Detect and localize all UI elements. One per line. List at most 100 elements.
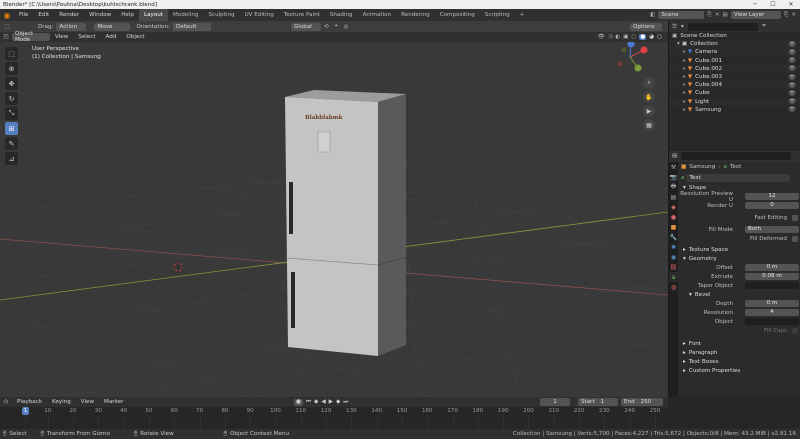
chevron-right-icon[interactable]: ▸ — [683, 74, 686, 80]
tab-shading[interactable]: Shading — [325, 9, 358, 21]
mode-selector[interactable]: Object Mode — [12, 31, 50, 43]
options-dropdown[interactable]: Options — [630, 22, 662, 31]
prev-keyframe-icon[interactable]: ◆ — [314, 399, 318, 406]
section-bevel[interactable]: ▾ Bevel — [679, 290, 800, 299]
minimize-button[interactable]: ─ — [746, 0, 764, 9]
playhead-marker[interactable]: 1 — [22, 407, 29, 415]
section-paragraph[interactable]: ▸ Paragraph — [679, 348, 800, 357]
outliner-item[interactable]: ▸ ▼ Cube.003 👁 — [669, 73, 800, 81]
eye-icon[interactable]: 👁 — [788, 98, 796, 105]
copy-icon[interactable]: ⎘ — [707, 12, 711, 19]
datablock-field[interactable]: Text — [686, 173, 791, 182]
section-custom-properties[interactable]: ▸ Custom Properties — [679, 366, 800, 375]
chevron-down-icon[interactable]: ▾ — [677, 41, 680, 47]
fill-deformed-checkbox[interactable] — [792, 235, 798, 242]
fast-editing-checkbox[interactable] — [792, 214, 798, 221]
transform-orientation-selector[interactable]: Global — [290, 22, 321, 31]
resolution-field[interactable]: 4 — [745, 309, 799, 316]
section-font[interactable]: ▸ Font — [679, 339, 800, 348]
tool-tab-icon[interactable]: ⚒ — [669, 162, 678, 172]
annotate-tool-icon[interactable]: ✎ — [5, 137, 18, 150]
menu-view[interactable]: View — [50, 34, 73, 40]
outliner-editor-icon[interactable]: ☰ — [672, 24, 677, 30]
orientation-selector[interactable]: Default — [172, 22, 211, 31]
outliner-item[interactable]: ▸ ▼ Cube.001 👁 — [669, 57, 800, 65]
fill-mode-selector[interactable]: Both — [745, 226, 799, 233]
rendered-shading-icon[interactable]: ○ — [657, 34, 662, 40]
menu-playback[interactable]: Playback — [12, 399, 47, 405]
snap-icon[interactable]: ⌖ — [335, 23, 338, 30]
blender-logo-icon[interactable]: ◉ — [0, 11, 14, 20]
tab-animation[interactable]: Animation — [358, 9, 397, 21]
physics-tab-icon[interactable]: ◉ — [669, 252, 678, 262]
tab-scripting[interactable]: Scripting — [480, 9, 515, 21]
move-selector[interactable]: Move — [94, 22, 131, 31]
tab-texture-paint[interactable]: Texture Paint — [279, 9, 325, 21]
menu-marker[interactable]: Marker — [99, 399, 128, 405]
solid-shading-icon[interactable]: ● — [639, 34, 647, 40]
data-tab-icon[interactable]: a — [669, 272, 678, 282]
eye-icon[interactable]: 👁 — [788, 65, 796, 72]
properties-search-input[interactable] — [681, 152, 792, 160]
render-u-field[interactable]: 0 — [745, 202, 799, 209]
outliner-item[interactable]: ▸ ▼ Cube.002 👁 — [669, 64, 800, 73]
clock-icon[interactable]: ◷ — [0, 399, 12, 405]
tab-modeling[interactable]: Modeling — [168, 9, 203, 21]
perspective-toggle-icon[interactable]: ▦ — [643, 119, 655, 131]
copy-icon[interactable]: ⎘ — [784, 12, 788, 19]
section-text-boxes[interactable]: ▸ Text Boxes — [679, 357, 800, 366]
close-button[interactable]: ✕ — [782, 0, 800, 9]
editor-type-icon[interactable]: ◰ — [0, 34, 12, 40]
cursor-tool-icon[interactable]: ⊕ — [5, 62, 18, 75]
proportional-editing-icon[interactable]: ◎ — [344, 24, 349, 30]
eye-icon[interactable]: 👁 — [788, 49, 796, 56]
funnel-icon[interactable]: ⏷ — [762, 23, 766, 30]
record-icon[interactable]: ● — [294, 398, 303, 406]
outliner-search-input[interactable] — [687, 22, 758, 31]
collection-row[interactable]: ▾ ▣ Collection 👁 — [669, 40, 800, 49]
scene-selector[interactable]: Scene — [658, 11, 705, 19]
fridge-model[interactable] — [285, 90, 407, 356]
timeline-area[interactable]: 1102030405060708090100110120130140150160… — [0, 407, 668, 429]
menu-view[interactable]: View — [76, 399, 99, 405]
chevron-right-icon[interactable]: ▸ — [683, 99, 686, 105]
outliner-item[interactable]: ▸ ▼ Samsung 👁 — [669, 106, 800, 114]
eye-icon[interactable]: 👁 — [788, 57, 796, 64]
resolution-preview-field[interactable]: 12 — [745, 193, 799, 200]
menu-file[interactable]: File — [14, 12, 33, 18]
offset-field[interactable]: 0 m — [745, 264, 799, 271]
tab-rendering[interactable]: Rendering — [396, 9, 435, 21]
add-workspace-button[interactable]: + — [515, 9, 530, 21]
navigation-gizmo-icon[interactable] — [617, 42, 648, 72]
transform-tool-icon[interactable]: ⊞ — [5, 122, 18, 135]
measure-tool-icon[interactable]: ⊿ — [5, 152, 18, 165]
eye-icon[interactable]: 👁 — [788, 90, 796, 97]
xray-icon[interactable]: ▣ — [623, 34, 628, 40]
eye-icon[interactable]: 👁 — [788, 106, 796, 113]
scale-tool-icon[interactable]: ⤡ — [5, 107, 18, 120]
select-tool-icon[interactable]: ⬚ — [5, 47, 18, 60]
filter-icon[interactable]: ▾ — [681, 24, 684, 30]
end-frame-field[interactable]: End 250 — [621, 398, 663, 406]
rotate-tool-icon[interactable]: ↻ — [5, 92, 18, 105]
tab-sculpting[interactable]: Sculpting — [203, 9, 239, 21]
menu-keying[interactable]: Keying — [47, 399, 76, 405]
overlay-icon[interactable]: ◐ — [615, 34, 620, 40]
tab-uv-editing[interactable]: UV Editing — [240, 9, 279, 21]
3d-viewport[interactable]: Blahblahmk User Perspective (1) Collecti… — [0, 42, 668, 397]
outliner-item[interactable]: ▸ ▼ Cube.004 👁 — [669, 81, 800, 90]
extrude-field[interactable]: 0.08 m — [745, 273, 799, 280]
render-tab-icon[interactable]: 📷 — [669, 172, 678, 182]
section-geometry[interactable]: ▾ Geometry — [679, 254, 800, 263]
menu-window[interactable]: Window — [84, 12, 116, 18]
scene-collection-row[interactable]: ▣ Scene Collection — [669, 32, 800, 40]
section-texture-space[interactable]: ▸ Texture Space — [679, 245, 800, 254]
menu-help[interactable]: Help — [116, 12, 139, 18]
eye-icon[interactable]: 👁 — [788, 82, 796, 89]
drag-selector[interactable]: Action — [56, 22, 87, 31]
view-layer-tab-icon[interactable]: ▤ — [669, 192, 678, 202]
chevron-right-icon[interactable]: ▸ — [683, 49, 686, 55]
pan-hand-icon[interactable]: ✋ — [643, 91, 655, 103]
menu-edit[interactable]: Edit — [33, 12, 54, 18]
play-icon[interactable]: ▶ — [329, 399, 333, 406]
